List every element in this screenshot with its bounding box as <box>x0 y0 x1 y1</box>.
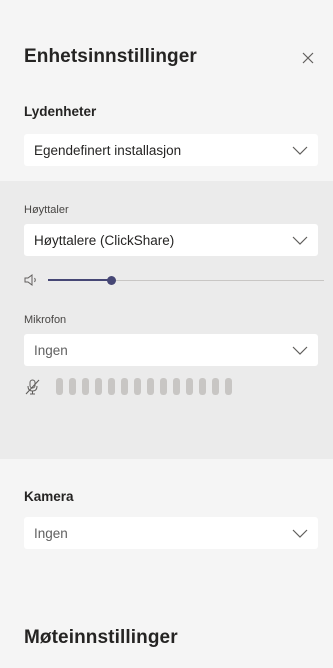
chevron-down-icon <box>292 146 308 155</box>
microphone-level-bar <box>121 378 128 395</box>
speaker-label: Høyttaler <box>24 204 69 216</box>
microphone-level-bar <box>108 378 115 395</box>
microphone-level-bar <box>186 378 193 395</box>
microphone-value: Ingen <box>34 342 68 358</box>
microphone-level-bar <box>212 378 219 395</box>
chevron-down-icon <box>292 236 308 245</box>
camera-value: Ingen <box>34 525 68 541</box>
camera-label: Kamera <box>24 489 74 504</box>
microphone-label: Mikrofon <box>24 314 67 326</box>
microphone-level-bar <box>134 378 141 395</box>
chevron-down-icon <box>292 529 308 538</box>
microphone-level-bar <box>147 378 154 395</box>
microphone-level-bar <box>160 378 167 395</box>
microphone-level-bar <box>95 378 102 395</box>
audio-devices-value: Egendefinert installasjon <box>34 142 182 158</box>
speaker-icon <box>24 274 36 286</box>
chevron-down-icon <box>292 346 308 355</box>
speaker-volume-fill <box>48 279 112 281</box>
audio-devices-dropdown[interactable]: Egendefinert installasjon <box>24 134 318 166</box>
microphone-level-row <box>24 378 264 398</box>
device-settings-panel: Enhetsinnstillinger Lydenheter Egendefin… <box>0 0 333 668</box>
panel-header: Enhetsinnstillinger <box>24 46 324 76</box>
microphone-level-bar <box>199 378 206 395</box>
microphone-level-bar <box>56 378 63 395</box>
microphone-level-bar <box>69 378 76 395</box>
camera-dropdown[interactable]: Ingen <box>24 517 318 549</box>
speaker-dropdown[interactable]: Høyttalere (ClickShare) <box>24 224 318 256</box>
microphone-level-meter <box>56 378 232 395</box>
panel-title: Enhetsinnstillinger <box>24 46 197 67</box>
speaker-volume-row <box>24 273 324 289</box>
meeting-settings-title: Møteinnstillinger <box>24 627 178 648</box>
microphone-off-icon <box>25 379 40 395</box>
microphone-level-bar <box>225 378 232 395</box>
speaker-volume-slider[interactable] <box>106 276 116 285</box>
speaker-value: Høyttalere (ClickShare) <box>34 232 175 248</box>
microphone-level-bar <box>82 378 89 395</box>
close-button[interactable] <box>296 46 320 70</box>
close-icon <box>302 52 314 64</box>
microphone-dropdown[interactable]: Ingen <box>24 334 318 366</box>
microphone-level-bar <box>173 378 180 395</box>
audio-devices-label: Lydenheter <box>24 104 97 119</box>
